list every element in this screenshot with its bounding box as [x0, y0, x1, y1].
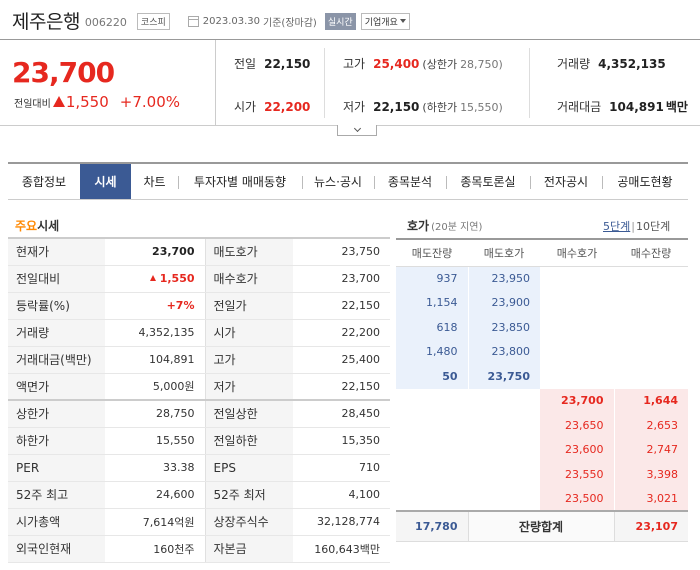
high-price: 고가 25,400 (상한가 28,750): [343, 57, 503, 71]
stock-name: 제주은행: [12, 10, 80, 33]
tab-quote[interactable]: 시세: [80, 164, 131, 199]
stock-code: 006220: [84, 15, 127, 29]
tab-overview[interactable]: 종합정보: [8, 164, 80, 199]
table-row: 하한가 15,550 전일하한 15,350: [8, 427, 390, 455]
up-arrow-icon: [149, 275, 156, 281]
table-row: PER 33.38 EPS 710: [8, 454, 390, 482]
market-badge: 코스피: [136, 12, 170, 30]
quote-date: 2023.03.30: [202, 15, 261, 27]
orderbook-table: 매도잔량 매도호가 매수호가 매수잔량 937 23,950 1,154 23,…: [396, 238, 688, 542]
low-price: 저가 22,150 (하한가 15,550): [343, 100, 503, 114]
divider: [529, 48, 530, 118]
bid-row: 23,500 3,021: [396, 486, 688, 511]
table-row: 액면가 5,000원 저가 22,150: [8, 373, 390, 401]
total-ask-qty: 17,780: [396, 510, 468, 542]
total-label: 잔량합계: [467, 510, 615, 542]
orderbook-header: 매도잔량 매도호가 매수호가 매수잔량: [396, 239, 688, 267]
tab-bar: 종합정보 시세 차트 투자자별 매매동향 뉴스·공시 종목분석 종목토론실 전자…: [8, 162, 688, 200]
ask-row: 618 23,850: [396, 315, 688, 340]
price-summary: 23,700 전일대비 1,550 +7.00% 전일 22,150 고가 25…: [0, 39, 700, 126]
tab-news[interactable]: 뉴스·공시: [302, 164, 374, 199]
caret-down-icon: [399, 19, 406, 23]
calendar-icon: [187, 15, 199, 27]
trade-value: 거래대금 104,891 백만: [557, 100, 688, 114]
orderbook-depth-options: 5단계|10단계: [603, 220, 671, 233]
change-row: 전일대비 1,550 +7.00%: [14, 93, 180, 111]
main-quote-title: 주요시세: [15, 219, 60, 233]
table-row: 52주 최고 24,600 52주 최저 4,100: [8, 481, 390, 509]
table-row: 현재가 23,700 매도호가 23,750: [8, 238, 390, 266]
up-arrow-icon: [52, 96, 65, 107]
expand-button[interactable]: [337, 124, 377, 136]
table-row: 외국인현재 160천주 자본금 160,643백만: [8, 535, 390, 563]
current-price-box: 23,700 전일대비 1,550 +7.00%: [0, 40, 216, 126]
table-row: 거래대금(백만) 104,891 고가 25,400: [8, 346, 390, 374]
realtime-button[interactable]: 실시간: [324, 12, 356, 30]
divider: [324, 48, 325, 118]
depth-10-link[interactable]: 10단계: [636, 220, 670, 233]
tab-investor-trading[interactable]: 투자자별 매매동향: [178, 164, 302, 199]
quote-date-status: 기준(장마감): [263, 17, 317, 29]
stock-title-row: 제주은행 006220 코스피 2023.03.30 기준(장마감) 실시간 기…: [12, 6, 410, 34]
table-row: 시가총액 7,614억원 상장주식수 32,128,774: [8, 508, 390, 536]
company-overview-label: 기업개요: [364, 17, 398, 28]
tab-short-selling[interactable]: 공매도현황: [602, 164, 688, 199]
ask-row: 50 23,750: [396, 364, 688, 389]
bid-row: 23,700 1,644: [396, 388, 688, 413]
summary-grid: 전일 22,150 고가 25,400 (상한가 28,750) 거래량 4,3…: [217, 40, 700, 126]
change-value: 1,550: [65, 93, 109, 111]
table-row: 상한가 28,750 전일상한 28,450: [8, 399, 390, 428]
total-bid-qty: 23,107: [614, 510, 688, 542]
tab-analysis[interactable]: 종목분석: [374, 164, 446, 199]
company-overview-button[interactable]: 기업개요: [360, 12, 410, 30]
current-price: 23,700: [12, 56, 115, 89]
volume: 거래량 4,352,135: [557, 57, 666, 71]
bid-row: 23,550 3,398: [396, 462, 688, 487]
chevron-down-icon: [353, 124, 361, 133]
bid-row: 23,600 2,747: [396, 437, 688, 462]
prev-close: 전일 22,150: [234, 57, 311, 71]
orderbook-title: 호가 (20분 지연): [407, 219, 483, 233]
open-price: 시가 22,200: [234, 100, 311, 114]
change-rate: +7.00%: [119, 93, 180, 111]
table-row: 거래량 4,352,135 시가 22,200: [8, 319, 390, 347]
ask-row: 1,154 23,900: [396, 290, 688, 315]
change-label: 전일대비: [14, 99, 51, 110]
orderbook-total-row: 17,780 잔량합계 23,107: [396, 510, 688, 542]
ask-row: 937 23,950: [396, 266, 688, 291]
main-quote-table: 현재가 23,700 매도호가 23,750 전일대비 1,550 매수호가 2…: [8, 237, 390, 563]
depth-5-link[interactable]: 5단계: [603, 220, 630, 233]
ask-row: 1,480 23,800: [396, 339, 688, 364]
table-row: 등락률(%) +7% 전일가 22,150: [8, 292, 390, 320]
tab-disclosure[interactable]: 전자공시: [530, 164, 602, 199]
tab-chart[interactable]: 차트: [131, 164, 178, 199]
bid-row: 23,650 2,653: [396, 413, 688, 438]
table-row: 전일대비 1,550 매수호가 23,700: [8, 265, 390, 293]
tab-discussion[interactable]: 종목토론실: [446, 164, 530, 199]
